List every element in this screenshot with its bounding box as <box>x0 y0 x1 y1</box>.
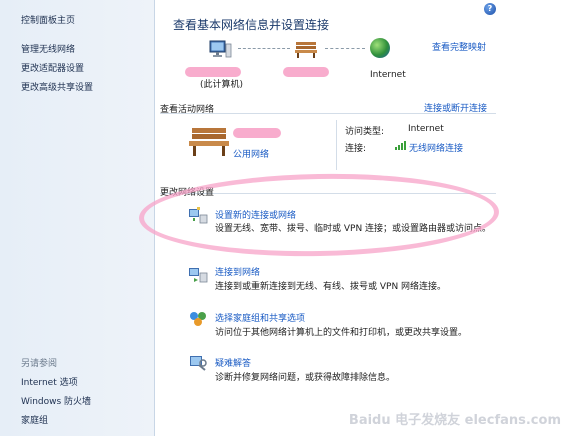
wireless-signal-icon <box>395 141 406 150</box>
see-also-homegroup[interactable]: 家庭组 <box>21 413 48 426</box>
troubleshoot-link[interactable]: 疑难解答 <box>215 356 251 369</box>
control-panel-home-link[interactable]: 控制面板主页 <box>21 13 75 26</box>
view-full-map-link[interactable]: 查看完整映射 <box>432 40 486 53</box>
map-connector-line <box>238 48 290 49</box>
watermark: Baidu 电子发烧友 elecfans.com <box>348 413 561 428</box>
public-network-link[interactable]: 公用网络 <box>233 147 269 160</box>
homegroup-sharing-desc: 访问位于其他网络计算机上的文件和打印机，或更改共享设置。 <box>215 328 468 338</box>
access-type-label: 访问类型: <box>345 127 385 137</box>
internet-label: Internet <box>370 70 406 80</box>
vertical-divider <box>336 120 337 170</box>
left-navigation-pane: 控制面板主页 管理无线网络 更改适配器设置 更改高级共享设置 另请参阅 Inte… <box>0 0 155 436</box>
access-type-value: Internet <box>408 124 444 134</box>
troubleshoot-desc: 诊断并修复网络问题，或获得故障排除信息。 <box>215 373 396 383</box>
bench-icon[interactable] <box>295 40 317 58</box>
redaction-mark <box>283 67 329 77</box>
homegroup-sharing-link[interactable]: 选择家庭组和共享选项 <box>215 311 305 324</box>
sidebar-item-manage-wireless[interactable]: 管理无线网络 <box>21 42 75 55</box>
redaction-mark <box>185 67 241 77</box>
see-also-windows-firewall[interactable]: Windows 防火墙 <box>21 394 91 407</box>
connection-label: 连接: <box>345 144 367 154</box>
public-network-bench-icon <box>189 128 229 156</box>
globe-icon[interactable] <box>370 38 390 58</box>
redaction-mark <box>233 128 281 138</box>
page-title: 查看基本网络信息并设置连接 <box>173 18 330 32</box>
see-also-internet-options[interactable]: Internet 选项 <box>21 375 78 388</box>
wireless-connection-link[interactable]: 无线网络连接 <box>409 141 463 154</box>
troubleshoot-icon <box>190 356 207 371</box>
sidebar-item-advanced-sharing[interactable]: 更改高级共享设置 <box>21 80 93 93</box>
map-connector-line <box>325 48 365 49</box>
see-also-heading: 另请参阅 <box>21 359 58 369</box>
help-icon[interactable]: ? <box>484 3 496 15</box>
sidebar-item-adapter-settings[interactable]: 更改适配器设置 <box>21 61 84 74</box>
connect-to-network-icon <box>189 268 208 283</box>
homegroup-sharing-icon <box>190 312 206 326</box>
section-divider <box>160 113 496 114</box>
main-content: ? 查看基本网络信息并设置连接 查看完整映射 (此计算机) Internet 查… <box>138 0 571 436</box>
connect-to-network-link[interactable]: 连接到网络 <box>215 265 260 278</box>
computer-icon[interactable] <box>208 38 232 62</box>
connect-to-network-desc: 连接到或重新连接到无线、有线、拨号或 VPN 网络连接。 <box>215 282 447 292</box>
computer-label: (此计算机) <box>200 80 244 90</box>
